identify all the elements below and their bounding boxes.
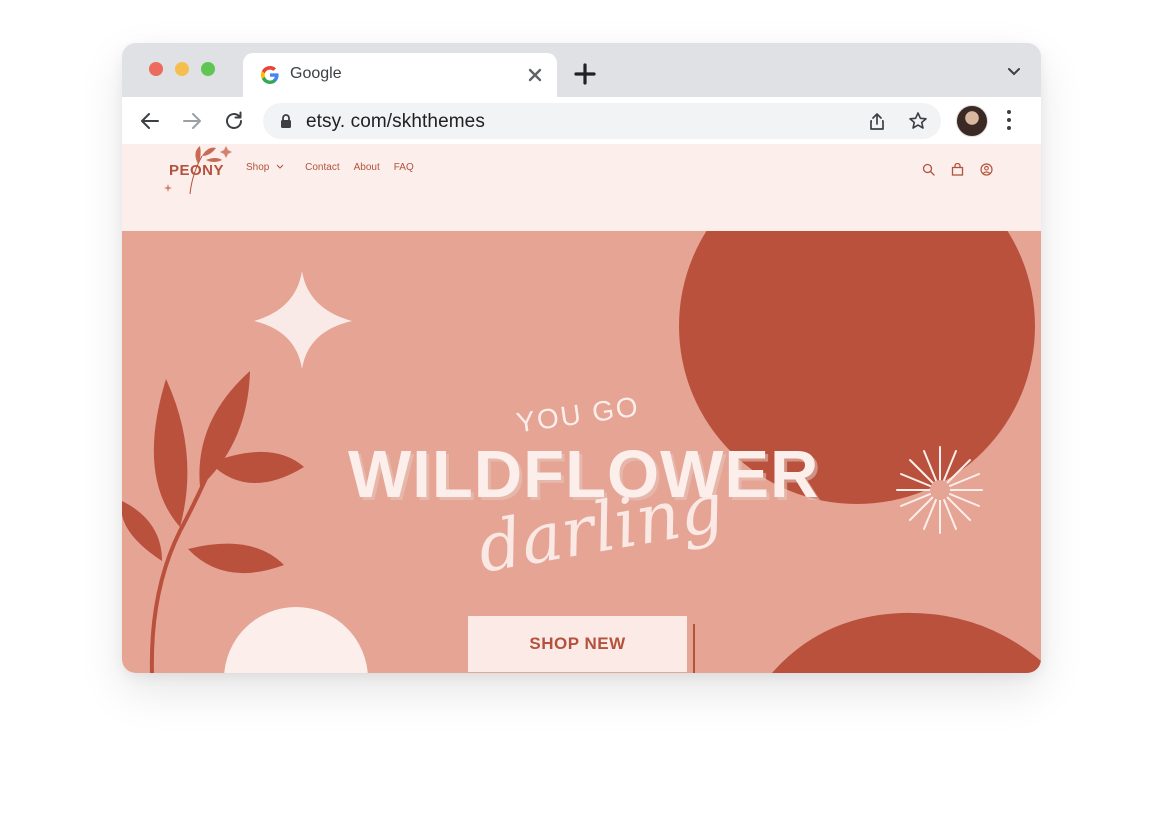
site-header: PEONY Shop Contact About FAQ [122,144,1041,231]
reload-icon[interactable] [223,110,245,132]
tab-title: Google [290,65,342,82]
nav-item-contact[interactable]: Contact [305,162,339,173]
chevron-down-icon [276,164,284,169]
minimize-window-button[interactable] [175,62,189,76]
address-bar[interactable]: etsy. com/skhthemes [263,103,941,139]
tab-strip: Google [122,43,1041,97]
leaf-icon [153,379,188,527]
shop-new-button[interactable]: SHOP NEW [468,616,687,672]
page-viewport: PEONY Shop Contact About FAQ YOU GO WILD… [122,144,1041,673]
account-icon[interactable] [980,163,993,176]
leaf-icon [122,501,162,561]
nav-item-faq[interactable]: FAQ [394,162,414,173]
google-g-icon [261,66,279,84]
lock-icon [281,114,291,128]
moon-shape [224,607,368,673]
star-icon[interactable] [908,111,928,131]
close-icon[interactable] [525,65,545,85]
profile-avatar[interactable] [956,105,988,137]
bag-icon[interactable] [951,163,964,176]
chevron-down-icon[interactable] [1007,67,1021,77]
back-arrow-icon[interactable] [139,110,161,132]
close-window-button[interactable] [149,62,163,76]
browser-tab[interactable]: Google [243,53,557,97]
url-text: etsy. com/skhthemes [306,111,485,132]
forward-arrow-icon[interactable] [181,110,203,132]
new-tab-plus-icon[interactable] [574,63,596,85]
hero-banner: YOU GO WILDFLOWER darling SHOP NEW [122,231,1041,673]
leaf-icon [188,543,284,574]
site-logo[interactable]: PEONY [169,162,224,179]
site-nav: Shop Contact About FAQ [246,162,428,173]
nav-item-shop[interactable]: Shop [246,162,284,173]
hill-shape [772,612,1041,673]
search-icon[interactable] [922,163,935,176]
maximize-window-button[interactable] [201,62,215,76]
sparkle-icon [254,271,352,369]
nav-item-about[interactable]: About [354,162,380,173]
browser-toolbar: etsy. com/skhthemes [122,97,1041,144]
nav-item-label: Shop [246,162,270,173]
kebab-menu-icon[interactable] [1006,109,1012,131]
share-icon[interactable] [867,111,887,131]
browser-window: Google etsy. com/skhthemes PEONY Shop Co… [122,43,1041,673]
